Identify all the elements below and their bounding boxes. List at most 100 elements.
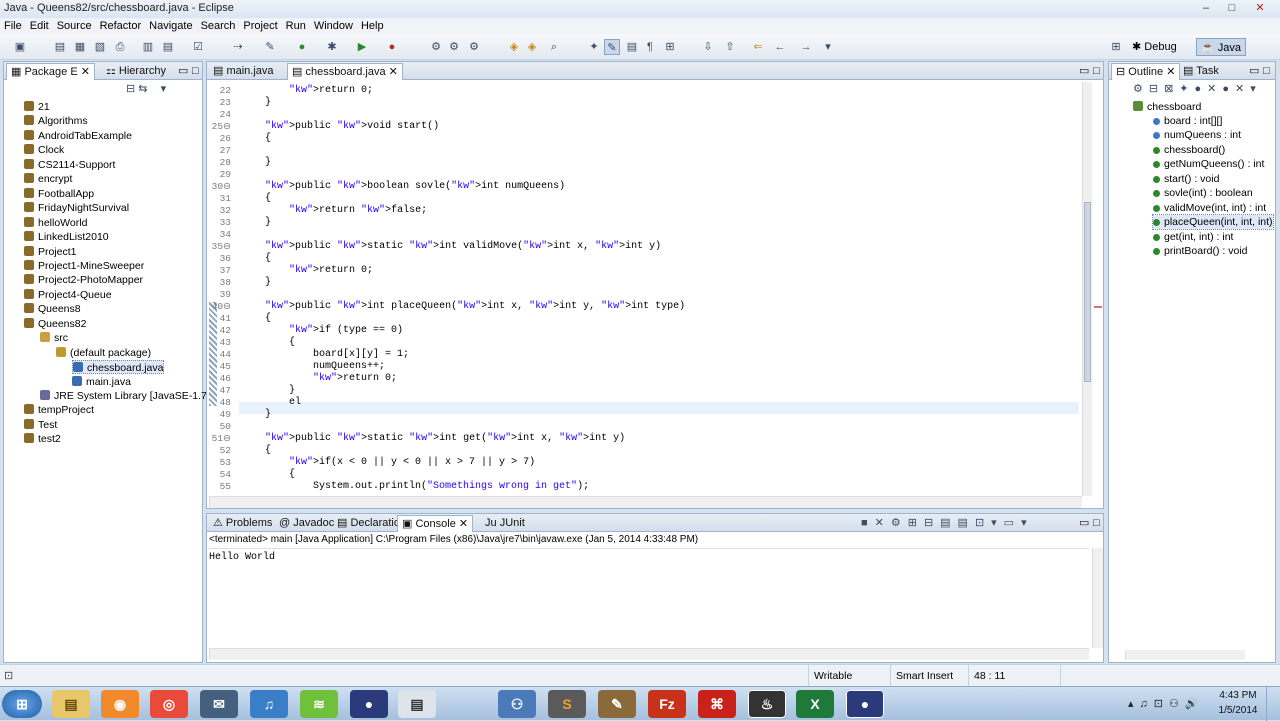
scrollbar-thumb[interactable] — [1084, 202, 1091, 382]
tree-item[interactable]: Project1-MineSweeper — [24, 259, 144, 273]
collapse-all-icon[interactable]: ⊟ — [126, 83, 135, 95]
tree-item[interactable]: Queens8 — [24, 302, 81, 316]
open-perspective-icon[interactable]: ⊞ — [1108, 39, 1124, 55]
outline-item[interactable]: get(int, int) : int — [1153, 230, 1233, 244]
save-all-icon[interactable]: ▧ — [92, 39, 108, 55]
open-task-icon[interactable]: ◈ — [524, 39, 540, 55]
outline-item[interactable]: getNumQueens() : int — [1153, 157, 1264, 171]
outline-item[interactable]: validMove(int, int) : int — [1153, 201, 1266, 215]
tree-item[interactable]: CS2114-Support — [24, 158, 115, 172]
last-edit-icon[interactable]: ⇐ — [750, 39, 766, 55]
tree-item[interactable]: tempProject — [24, 403, 94, 417]
menu-run[interactable]: Run — [282, 18, 310, 34]
print-icon[interactable]: ⎙ — [112, 39, 128, 55]
clock-date[interactable]: 1/5/2014 — [1216, 705, 1260, 716]
clock-time[interactable]: 4:43 PM — [1218, 690, 1258, 701]
tree-item[interactable]: Test — [24, 418, 57, 432]
tab-package-explorer[interactable]: ▦ Package E ✕ — [6, 63, 95, 80]
code-line[interactable]: { — [241, 193, 271, 205]
code-line[interactable]: "kw">public "kw">static "kw">int validMo… — [241, 241, 661, 253]
acrobat-icon[interactable]: ⌘ — [698, 690, 736, 718]
open-icon[interactable]: ▤ — [52, 39, 68, 55]
eclipse-globe-icon[interactable]: ● — [350, 690, 388, 718]
outline-item[interactable]: start() : void — [1153, 172, 1219, 186]
console-icon[interactable]: ▤ — [160, 39, 176, 55]
outline-item[interactable]: numQueens : int — [1153, 128, 1241, 142]
new-icon[interactable]: ▣ — [12, 39, 28, 55]
close-button[interactable]: ✕ — [1248, 1, 1272, 15]
tree-item[interactable]: 21 — [24, 100, 50, 114]
menu-help[interactable]: Help — [357, 18, 388, 34]
code-area[interactable]: 22 "kw">return 0; 23 } 24 25⊖ "kw">public "… — [207, 82, 1082, 494]
maximize-editor-icon[interactable]: □ — [1089, 63, 1104, 80]
tab-main-java[interactable]: ▤ main.java — [209, 63, 278, 80]
perspective-java[interactable]: ☕ Java — [1196, 38, 1247, 56]
next-annotation-icon[interactable]: ⇩ — [700, 39, 716, 55]
outline-item[interactable]: sovle(int) : boolean — [1153, 186, 1253, 200]
tree-item[interactable]: Queens82 — [24, 317, 86, 331]
tree-item[interactable]: LinkedList2010 — [24, 230, 109, 244]
code-line[interactable]: el — [241, 397, 301, 409]
code-line[interactable]: } — [241, 277, 271, 289]
chevron-down-icon[interactable]: ▾ — [820, 39, 836, 55]
console-horizontal-scrollbar[interactable] — [209, 648, 1089, 660]
tree-item[interactable]: (default package) — [56, 346, 151, 360]
code-line[interactable]: "kw">public "kw">static "kw">int get("kw… — [241, 433, 625, 445]
firefox-icon[interactable]: ◉ — [101, 690, 139, 718]
code-line[interactable]: { — [241, 337, 295, 349]
code-line[interactable]: "kw">if(x < 0 || y < 0 || x > 7 || y > 7… — [241, 457, 535, 469]
prev-annotation-icon[interactable]: ⇧ — [722, 39, 738, 55]
back-icon[interactable]: ← — [772, 39, 788, 55]
code-line[interactable]: "kw">return 0; — [241, 265, 373, 277]
coverage-icon[interactable]: ✱ — [324, 39, 340, 55]
tree-item[interactable]: Project4-Queue — [24, 288, 112, 302]
steam-icon[interactable]: ♨ — [748, 690, 786, 718]
outline-toolbar[interactable]: ⚙⊟⊠✦●✕●✕▾ — [1133, 82, 1273, 98]
outline-horizontal-scrollbar[interactable] — [1125, 650, 1245, 660]
tab-junit[interactable]: Ju JUnit — [481, 515, 529, 532]
menu-navigate[interactable]: Navigate — [145, 18, 196, 34]
tab-chessboard-java[interactable]: ▤ chessboard.java ✕ — [287, 63, 403, 80]
tree-item[interactable]: Clock — [24, 143, 64, 157]
menu-file[interactable]: File — [0, 18, 26, 34]
minimize-button[interactable]: – — [1194, 1, 1218, 15]
itunes-icon[interactable]: ♫ — [250, 690, 288, 718]
code-line[interactable]: { — [241, 253, 271, 265]
console-vertical-scrollbar[interactable] — [1092, 548, 1103, 648]
code-line[interactable]: "kw">public "kw">boolean sovle("kw">int … — [241, 181, 565, 193]
tab-hierarchy[interactable]: ⚏ Hierarchy — [102, 63, 170, 80]
code-line[interactable]: { — [241, 469, 295, 481]
new-package-icon[interactable]: ⚙ — [446, 39, 462, 55]
outline-item[interactable]: printBoard() : void — [1153, 244, 1247, 258]
tree-item[interactable]: AndroidTabExample — [24, 129, 132, 143]
tree-item[interactable]: JRE System Library [JavaSE-1.7] — [40, 389, 210, 403]
tree-item[interactable]: Project1 — [24, 245, 77, 259]
outline-item[interactable]: board : int[][] — [1153, 114, 1222, 128]
code-line[interactable]: "kw">return "kw">false; — [241, 205, 427, 217]
code-line[interactable]: "kw">return 0; — [241, 85, 373, 97]
toggle-mark-occurrences-icon[interactable]: ✎ — [604, 39, 620, 55]
explorer-icon[interactable]: ▤ — [52, 690, 90, 718]
sublime-icon[interactable]: S — [548, 690, 586, 718]
tab-problems[interactable]: ⚠ Problems — [209, 515, 276, 532]
filezilla-icon[interactable]: Fz — [648, 690, 686, 718]
code-line[interactable]: } — [241, 217, 271, 229]
maximize-view-icon[interactable]: □ — [1089, 515, 1104, 532]
code-line[interactable]: "kw">public "kw">int placeQueen("kw">int… — [241, 301, 685, 313]
code-line[interactable]: } — [241, 385, 295, 397]
maximize-view-icon[interactable]: □ — [1259, 63, 1274, 80]
menu-refactor[interactable]: Refactor — [96, 18, 146, 34]
code-line[interactable]: } — [241, 157, 271, 169]
tab-javadoc[interactable]: @ Javadoc — [275, 515, 338, 532]
new-class-icon[interactable]: ⚙ — [428, 39, 444, 55]
code-line[interactable]: board[x][y] = 1; — [241, 349, 409, 361]
mail-icon[interactable]: ✉ — [200, 690, 238, 718]
tab-outline[interactable]: ⊟ Outline ✕ — [1111, 63, 1181, 80]
save-icon[interactable]: ▦ — [72, 39, 88, 55]
external-tools-icon[interactable]: ● — [384, 39, 400, 55]
show-whitespace-icon[interactable]: ¶ — [642, 39, 658, 55]
chrome-icon[interactable]: ◎ — [150, 690, 188, 718]
debug-icon[interactable]: ● — [294, 39, 310, 55]
skip-breakpoints-icon[interactable]: ⇢ — [230, 39, 246, 55]
code-line[interactable]: { — [241, 133, 271, 145]
